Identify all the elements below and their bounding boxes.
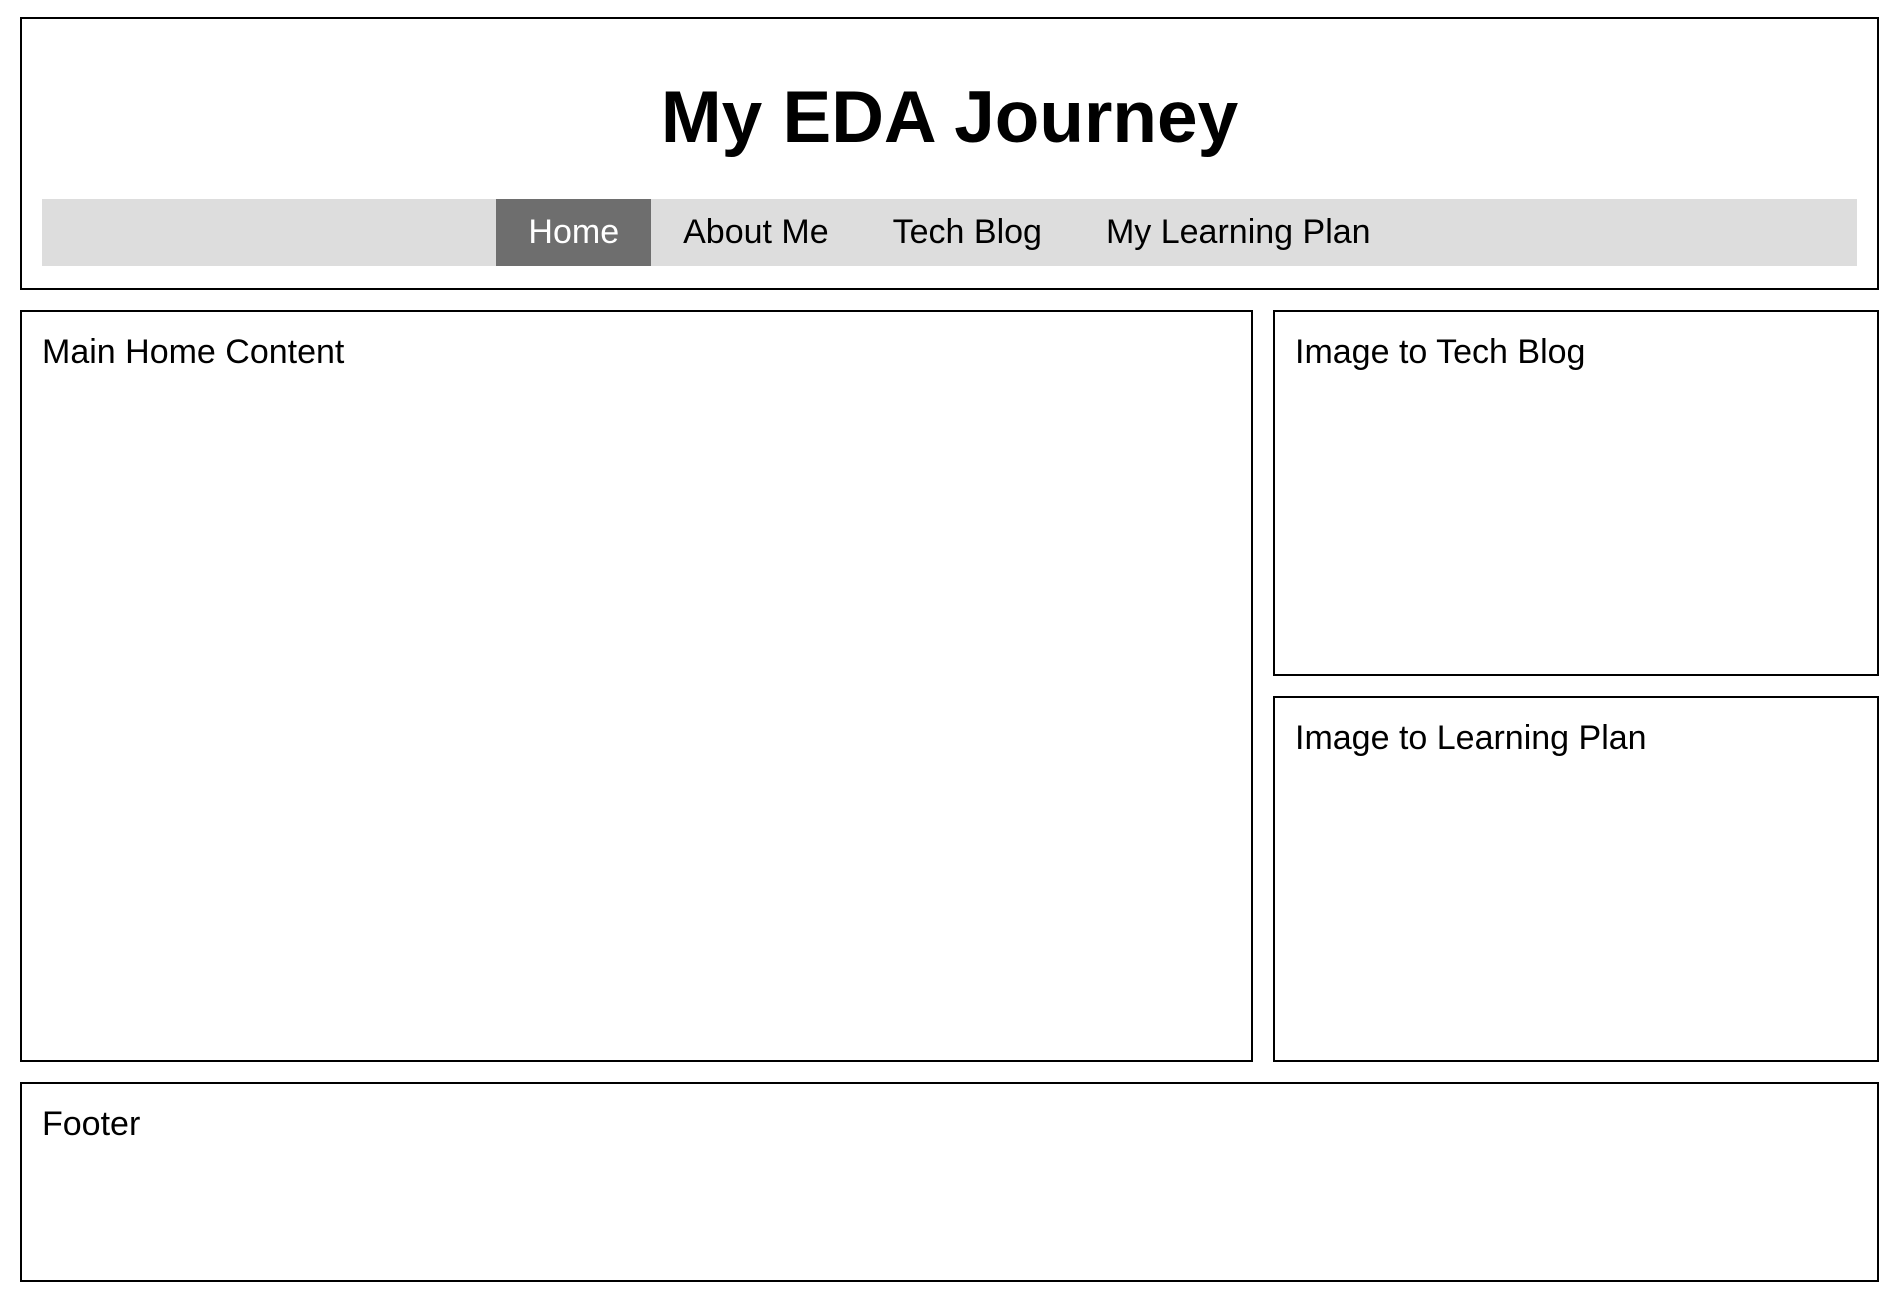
nav-item-learning-plan[interactable]: My Learning Plan <box>1074 199 1403 266</box>
nav-item-tech-blog[interactable]: Tech Blog <box>861 199 1074 266</box>
nav-item-about-me[interactable]: About Me <box>651 199 861 266</box>
nav-item-home[interactable]: Home <box>496 199 652 266</box>
site-footer: Footer <box>20 1082 1879 1282</box>
main-content-label: Main Home Content <box>42 333 345 371</box>
tech-blog-image-label: Image to Tech Blog <box>1295 333 1586 371</box>
main-content-panel: Main Home Content <box>20 310 1253 1062</box>
learning-plan-image-label: Image to Learning Plan <box>1295 719 1647 757</box>
learning-plan-image-link[interactable]: Image to Learning Plan <box>1273 696 1879 1062</box>
site-title: My EDA Journey <box>660 77 1239 158</box>
tech-blog-image-link[interactable]: Image to Tech Blog <box>1273 310 1879 676</box>
site-header: My EDA Journey Home About Me Tech Blog M… <box>20 17 1879 290</box>
footer-label: Footer <box>42 1105 141 1143</box>
main-nav: Home About Me Tech Blog My Learning Plan <box>42 199 1857 266</box>
